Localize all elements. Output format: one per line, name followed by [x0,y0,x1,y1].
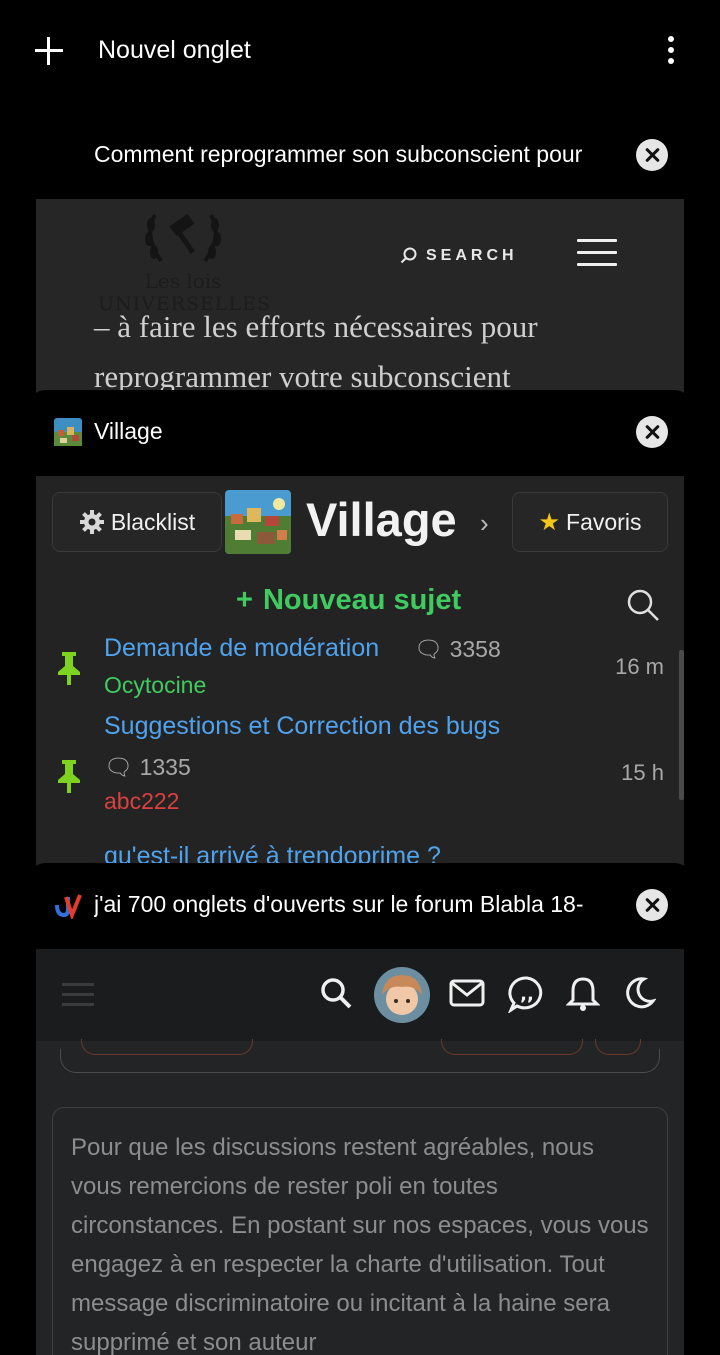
tab-card-header: Comment reprogrammer son subconscient po… [28,113,692,197]
tab-title: j'ai 700 onglets d'ouverts sur le forum … [94,891,584,917]
toolbar-button[interactable] [81,1039,253,1055]
tab-title: Comment reprogrammer son subconscient po… [94,141,583,167]
site-navbar: ,, [36,949,684,1041]
tab-card-village[interactable]: Village Blacklist Village › ★ Favoris + … [28,390,692,880]
favoris-button[interactable]: ★ Favoris [512,492,668,552]
user-avatar[interactable] [374,967,430,1023]
more-options-icon[interactable] [664,36,678,66]
search-icon[interactable] [318,975,354,1011]
topic-time: 15 h [621,760,664,785]
forum-header: Blacklist Village › ★ Favoris + Nouveau s… [36,476,684,646]
forum-title[interactable]: Village [306,492,457,547]
tab-preview[interactable]: Les lois UNIVERSELLES SEARCH – à faire l… [36,199,684,403]
tab-card-header: j'ai 700 onglets d'ouverts sur le forum … [28,863,692,947]
pin-icon [58,652,80,685]
topic-author[interactable]: Ocytocine [104,672,206,699]
laurel-hammer-icon [145,213,221,263]
comment-icon: 🗨 [414,636,444,662]
topic-title[interactable]: Demande de modération [104,634,379,663]
topic-time: 16 m [615,654,664,679]
mail-icon[interactable] [448,975,486,1011]
close-tab-icon[interactable] [636,889,668,921]
tab-title: Village [94,418,163,444]
blacklist-button[interactable]: Blacklist [52,492,222,552]
tab-card-jv[interactable]: j'ai 700 onglets d'ouverts sur le forum … [28,863,692,1355]
charter-notice: Pour que les discussions restent agréabl… [52,1107,668,1355]
new-topic-button[interactable]: + Nouveau sujet [236,584,461,617]
topic-list: Demande de modération 🗨 3358 Ocytocine 1… [36,634,684,871]
reply-count: 🗨 3358 [414,636,501,663]
pin-icon [58,760,80,793]
site-logo: Les lois UNIVERSELLES [98,205,270,315]
tab-preview[interactable]: Blacklist Village › ★ Favoris + Nouveau s… [36,476,684,871]
logo-text-line1: Les lois [144,269,222,293]
bell-icon[interactable] [566,975,600,1013]
tab-switcher-header: Nouvel onglet [0,0,720,100]
close-tab-icon[interactable] [636,416,668,448]
new-topic-label: Nouveau sujet [262,584,462,616]
plus-icon: + [236,584,253,616]
tab-preview[interactable]: ,, Pour que les discussions restent agré… [36,949,684,1355]
jv-favicon-icon [55,894,82,919]
village-favicon-icon [54,418,82,446]
tab-card-header: Village [28,390,692,474]
reply-count-value: 3358 [449,636,501,662]
topic-author[interactable]: abc222 [104,788,179,815]
moon-icon[interactable] [622,975,656,1011]
article-line: – à faire les efforts nécessaires pour [94,309,538,344]
menu-icon[interactable] [62,983,94,1013]
village-logo-icon [225,490,291,554]
favoris-label: Favoris [566,508,642,535]
chat-quote-icon[interactable]: ,, [508,975,546,1013]
new-tab-plus-icon[interactable] [34,36,64,66]
tab-card-subconscient[interactable]: Comment reprogrammer son subconscient po… [28,113,692,403]
close-tab-icon[interactable] [636,139,668,171]
menu-icon[interactable] [577,239,617,267]
article-excerpt: – à faire les efforts nécessaires pour r… [94,302,674,402]
blacklist-label: Blacklist [110,508,196,535]
comment-icon: 🗨 [104,754,134,780]
site-search-button[interactable]: SEARCH [400,247,518,265]
search-icon [400,247,417,264]
search-icon[interactable] [626,588,660,622]
reply-count: 🗨 1335 [104,754,191,781]
topic-title[interactable]: Suggestions et Correction des bugs [104,712,500,741]
toolbar-button[interactable] [595,1039,641,1055]
svg-text:,,: ,, [520,984,534,1005]
star-icon: ★ [538,508,561,536]
scrollbar[interactable] [679,650,684,800]
toolbar-container [60,1039,660,1073]
search-label: SEARCH [426,247,518,265]
reply-count-value: 1335 [139,754,191,780]
chevron-right-icon: › [480,508,489,538]
gear-icon [79,510,104,534]
new-tab-button[interactable]: Nouvel onglet [98,36,251,65]
toolbar-button[interactable] [441,1039,583,1055]
